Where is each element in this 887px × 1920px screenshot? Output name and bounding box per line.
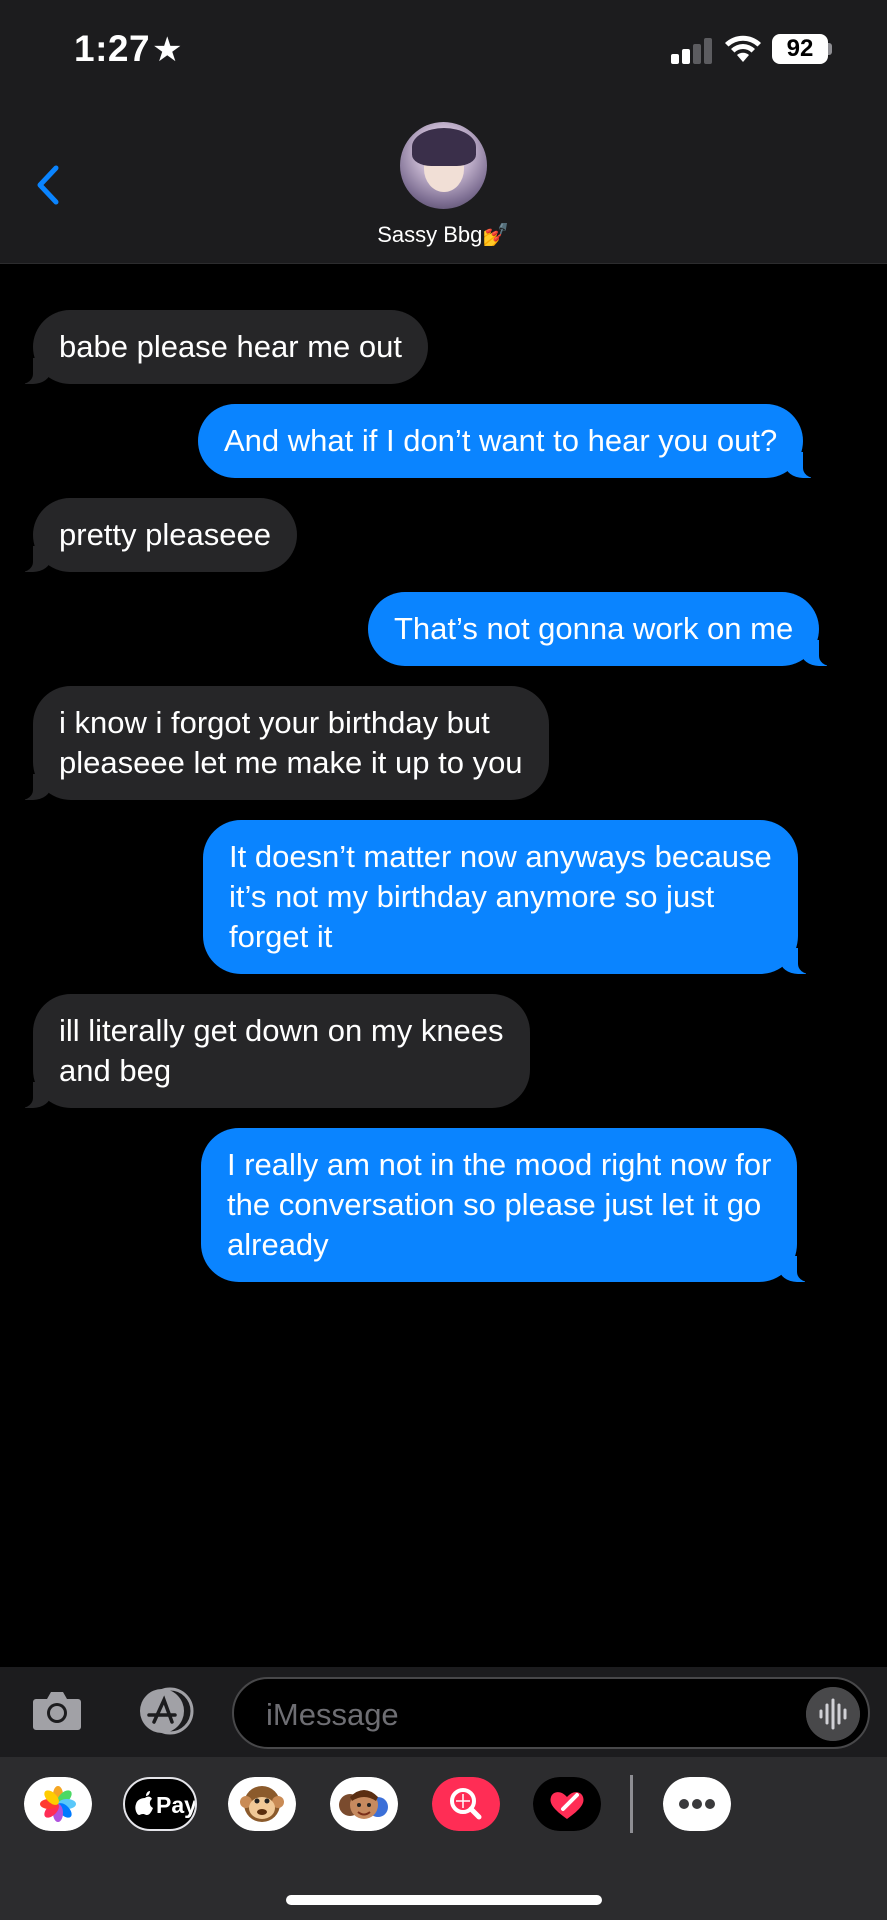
contact-avatar[interactable]: [400, 122, 487, 209]
app-drawer: Pay: [0, 1757, 887, 1920]
message-bubble-outgoing[interactable]: That’s not gonna work on me: [368, 592, 846, 666]
message-bubble-incoming[interactable]: i know i forgot your birthday but please…: [7, 686, 549, 800]
drawer-divider: [630, 1775, 633, 1833]
message-thread: babe please hear me out And what if I do…: [0, 265, 887, 1665]
star-icon: ★: [152, 31, 183, 69]
message-bubble-outgoing[interactable]: And what if I don’t want to hear you out…: [198, 404, 830, 478]
message-bubble-incoming[interactable]: ill literally get down on my knees and b…: [7, 994, 530, 1108]
status-bar: 1:27 ★ 92: [0, 0, 887, 100]
app-store-icon[interactable]: [132, 1687, 196, 1735]
message-bubble-incoming[interactable]: babe please hear me out: [7, 310, 428, 384]
memoji-stickers-icon[interactable]: [330, 1777, 398, 1831]
message-text: babe please hear me out: [59, 329, 402, 364]
message-text: And what if I don’t want to hear you out…: [224, 423, 778, 458]
signal-icon: [671, 38, 713, 64]
message-text: pretty pleaseee: [59, 517, 271, 552]
message-text: i know i forgot your birthday but please…: [59, 705, 523, 780]
battery-nub: [828, 43, 832, 55]
apple-pay-label: Pay: [156, 1792, 197, 1818]
message-text: I really am not in the mood right now fo…: [227, 1147, 772, 1262]
back-chevron-icon[interactable]: [28, 160, 68, 210]
apple-logo-icon: [135, 1791, 153, 1815]
photos-icon[interactable]: [24, 1777, 92, 1831]
message-placeholder: iMessage: [266, 1697, 399, 1732]
message-text: ill literally get down on my knees and b…: [59, 1013, 504, 1088]
message-bubble-outgoing[interactable]: I really am not in the mood right now fo…: [201, 1128, 824, 1282]
message-text: It doesn’t matter now anyways because it…: [229, 839, 772, 954]
input-bar: iMessage: [0, 1667, 887, 1757]
message-bubble-incoming[interactable]: pretty pleaseee: [7, 498, 297, 572]
digital-touch-icon[interactable]: [533, 1777, 601, 1831]
monkey-memoji-icon[interactable]: [228, 1777, 296, 1831]
wifi-icon: [725, 35, 761, 62]
conversation-header: Sassy Bbg💅: [0, 100, 887, 264]
home-indicator[interactable]: [286, 1895, 602, 1905]
apple-pay-icon[interactable]: Pay: [123, 1777, 197, 1831]
message-bubble-outgoing[interactable]: It doesn’t matter now anyways because it…: [203, 820, 824, 974]
message-text: That’s not gonna work on me: [394, 611, 794, 646]
audio-waveform-icon[interactable]: [806, 1687, 860, 1741]
battery-icon: 92: [772, 34, 828, 64]
more-icon[interactable]: [663, 1777, 731, 1831]
status-time: 1:27: [74, 28, 151, 69]
search-images-icon[interactable]: [432, 1777, 500, 1831]
message-input[interactable]: iMessage: [232, 1677, 870, 1749]
avatar-hair: [412, 128, 476, 166]
contact-name[interactable]: Sassy Bbg💅: [0, 222, 887, 248]
camera-icon[interactable]: [32, 1689, 82, 1731]
